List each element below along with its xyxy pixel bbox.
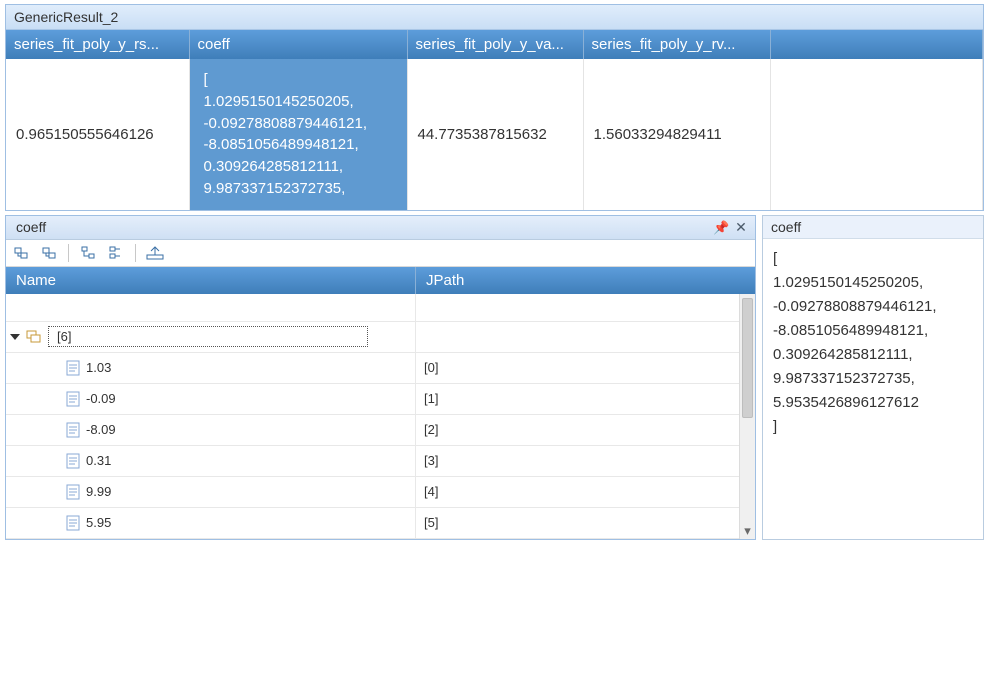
upload-icon[interactable] — [146, 244, 164, 262]
value-icon — [66, 391, 80, 407]
tree-item[interactable]: -0.09 [1] — [6, 384, 755, 415]
tree-root-label: [6] — [48, 326, 368, 347]
tree-item-jpath: [1] — [416, 391, 755, 406]
expand-all-icon[interactable] — [12, 244, 30, 262]
value-icon — [66, 484, 80, 500]
tree-body: [6] 1.03 [0] -0.09 [1] — [6, 294, 755, 539]
tree-item-value: 0.31 — [86, 453, 111, 468]
tree-item-jpath: [4] — [416, 484, 755, 499]
tree-headers: Name JPath — [6, 267, 755, 294]
cell-rs[interactable]: 0.965150555646126 — [6, 59, 189, 210]
cell-va[interactable]: 44.7735387815632 — [407, 59, 583, 210]
tree-panel: coeff 📌 ✕ Na — [5, 215, 756, 540]
tree-item-value: 5.95 — [86, 515, 111, 530]
detail-panel: coeff [ 1.0295150145250205, -0.092788088… — [762, 215, 984, 540]
collapse-all-icon[interactable] — [40, 244, 58, 262]
tree-item[interactable]: 5.95 [5] — [6, 508, 755, 539]
tree-title-bar: coeff 📌 ✕ — [6, 216, 755, 240]
value-icon — [66, 453, 80, 469]
tree-root-row[interactable]: [6] — [6, 322, 755, 353]
result-table: series_fit_poly_y_rs... coeff series_fit… — [6, 30, 983, 210]
tree-item[interactable]: 9.99 [4] — [6, 477, 755, 508]
tree-view-icon[interactable] — [79, 244, 97, 262]
detail-title: coeff — [763, 216, 983, 239]
value-icon — [66, 515, 80, 531]
tree-header-jpath[interactable]: JPath — [416, 267, 755, 294]
tree-toolbar — [6, 240, 755, 267]
tree-item-jpath: [2] — [416, 422, 755, 437]
tree-header-name[interactable]: Name — [6, 267, 416, 294]
detail-body: [ 1.0295150145250205, -0.092788088794461… — [763, 239, 983, 447]
tree-item[interactable]: 0.31 [3] — [6, 446, 755, 477]
cell-rv[interactable]: 1.56033294829411 — [583, 59, 770, 210]
result-title: GenericResult_2 — [6, 5, 983, 30]
value-icon — [66, 360, 80, 376]
close-icon[interactable]: ✕ — [733, 219, 749, 236]
separator — [135, 244, 136, 262]
value-icon — [66, 422, 80, 438]
tree-item-jpath: [3] — [416, 453, 755, 468]
tree-item-value: -8.09 — [86, 422, 116, 437]
col-header-empty — [770, 30, 983, 59]
tree-item-value: 1.03 — [86, 360, 111, 375]
result-panel: GenericResult_2 series_fit_poly_y_rs... … — [5, 4, 984, 211]
scroll-down-icon[interactable]: ▾ — [740, 523, 755, 539]
array-icon — [26, 330, 42, 344]
col-header-coeff[interactable]: coeff — [189, 30, 407, 59]
expander-icon[interactable] — [10, 334, 20, 340]
col-header-rv[interactable]: series_fit_poly_y_rv... — [583, 30, 770, 59]
result-row[interactable]: 0.965150555646126 [ 1.0295150145250205, … — [6, 59, 983, 210]
list-view-icon[interactable] — [107, 244, 125, 262]
tree-item-value: 9.99 — [86, 484, 111, 499]
tree-item-jpath: [0] — [416, 360, 755, 375]
tree-item-jpath: [5] — [416, 515, 755, 530]
tree-item[interactable]: -8.09 [2] — [6, 415, 755, 446]
cell-coeff-selected[interactable]: [ 1.0295150145250205, -0.092788088794461… — [189, 59, 407, 210]
cell-empty — [770, 59, 983, 210]
col-header-va[interactable]: series_fit_poly_y_va... — [407, 30, 583, 59]
separator — [68, 244, 69, 262]
tree-title: coeff — [16, 219, 46, 235]
col-header-rs[interactable]: series_fit_poly_y_rs... — [6, 30, 189, 59]
scrollbar[interactable]: ▴ ▾ — [739, 294, 755, 539]
scroll-thumb[interactable] — [742, 298, 753, 418]
tree-item-value: -0.09 — [86, 391, 116, 406]
tree-blank-row — [6, 294, 755, 322]
pin-icon[interactable]: 📌 — [713, 220, 729, 236]
tree-item[interactable]: 1.03 [0] — [6, 353, 755, 384]
